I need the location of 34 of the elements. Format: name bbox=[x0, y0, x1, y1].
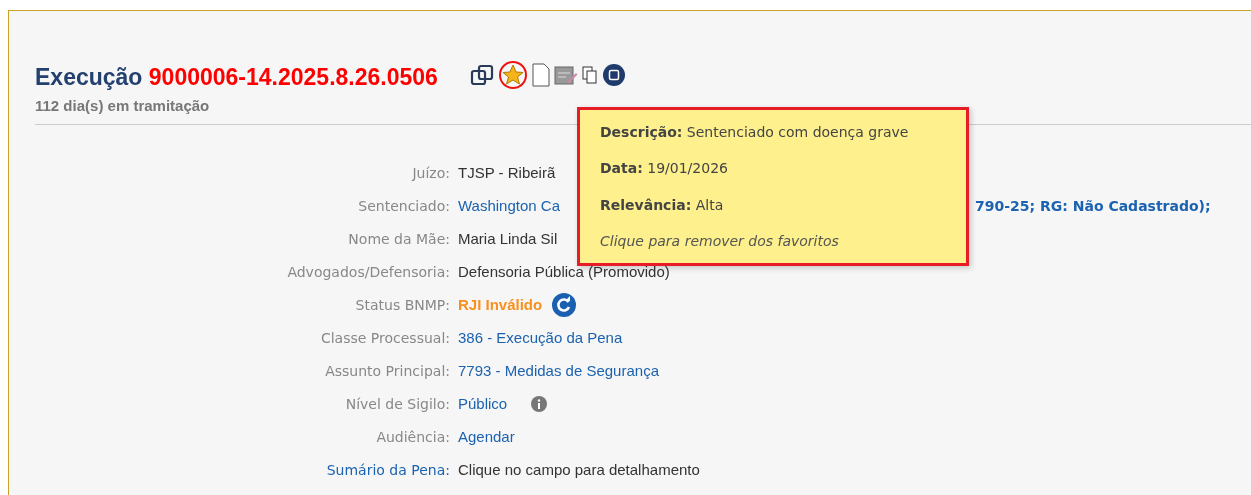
field-value[interactable]: 386 - Execução da Pena bbox=[458, 329, 623, 346]
field-value: Defensoria Pública (Promovido) bbox=[458, 263, 670, 280]
circle-icon[interactable] bbox=[601, 63, 626, 87]
field-label: Assunto Principal: bbox=[324, 362, 451, 379]
field-label: Nome da Mãe: bbox=[347, 230, 451, 247]
field-value: TJSP - Ribeirã bbox=[458, 164, 556, 181]
process-number: 9000006-14.2025.8.26.0506 bbox=[148, 64, 438, 90]
edit-note-icon[interactable] bbox=[553, 64, 578, 86]
field-value[interactable]: 790-25; RG: Não Cadastrado); bbox=[975, 197, 1211, 214]
info-icon[interactable] bbox=[531, 395, 548, 412]
field-label: Audiência: bbox=[375, 428, 451, 445]
field-label: Status BNMP: bbox=[354, 296, 451, 313]
field-value[interactable]: 7793 - Medidas de Segurança bbox=[458, 362, 659, 379]
process-title: Execução bbox=[35, 64, 143, 90]
field-label: Juízo: bbox=[410, 164, 451, 181]
tooltip-text: Descrição: Sentenciado com doença grave bbox=[600, 124, 910, 141]
tooltip-hint: Clique para remover dos favoritos bbox=[600, 232, 840, 249]
field-label: Classe Processual: bbox=[319, 329, 451, 346]
field-value[interactable]: Agendar bbox=[458, 428, 515, 445]
copy-icon[interactable] bbox=[581, 66, 598, 84]
field-value[interactable]: Público bbox=[458, 395, 508, 412]
linked-windows-icon[interactable] bbox=[469, 64, 494, 86]
field-value: Maria Linda Sil bbox=[458, 230, 558, 247]
field-value[interactable]: Washington Ca bbox=[458, 197, 573, 214]
field-label: Sentenciado: bbox=[357, 197, 451, 214]
field-label[interactable]: Sumário da Pena: bbox=[35, 461, 458, 478]
field-label: Advogados/Defensoria: bbox=[286, 263, 451, 280]
tooltip-text: Relevância: Alta bbox=[600, 196, 725, 213]
field-value: Clique no campo para detalhamento bbox=[458, 461, 700, 478]
field-label: Nível de Sigilo: bbox=[344, 395, 451, 412]
refresh-icon[interactable] bbox=[552, 292, 577, 317]
field-value: RJI Inválido bbox=[458, 296, 543, 313]
tooltip-text: Data: 19/01/2026 bbox=[600, 160, 729, 177]
process-age: 112 dia(s) em tramitação bbox=[35, 97, 211, 114]
